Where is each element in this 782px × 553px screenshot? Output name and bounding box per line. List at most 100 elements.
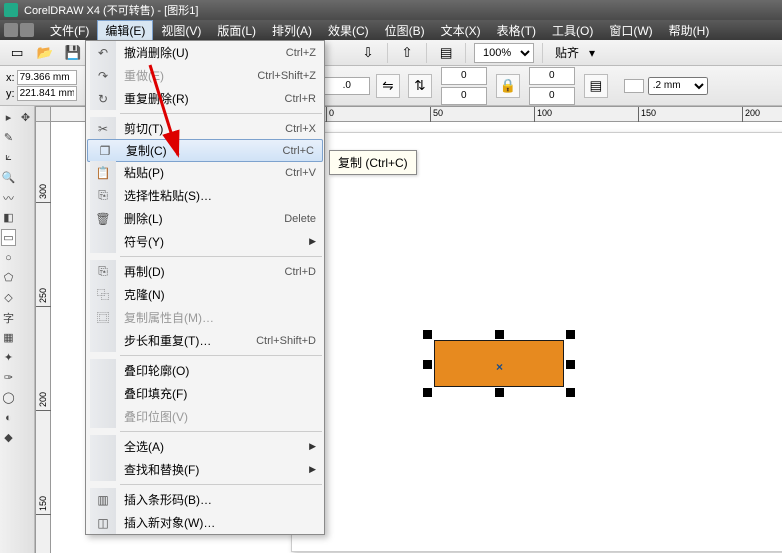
menu-item-shortcut: Ctrl+D	[285, 266, 316, 278]
eyedropper-tool[interactable]: ✑	[1, 369, 16, 386]
x-coord-input[interactable]	[17, 70, 77, 85]
menu-item-label: 插入条形码(B)…	[124, 491, 316, 508]
open-file-button[interactable]: 📂	[34, 43, 56, 63]
snap-label[interactable]: 贴齐	[551, 44, 583, 61]
menu-item-符号Y[interactable]: 符号(Y)▶	[86, 230, 324, 253]
handle-bot-mid[interactable]	[495, 388, 504, 397]
menu-separator	[120, 355, 322, 356]
submenu-arrow-icon: ▶	[309, 441, 316, 452]
pick-tool[interactable]: ▸	[1, 109, 16, 126]
ruler-tick-label: 200	[745, 108, 760, 118]
handle-top-mid[interactable]	[495, 330, 504, 339]
import-button[interactable]: ⇩	[357, 43, 379, 63]
menu-item-插入新对象W[interactable]: ◫插入新对象(W)…	[86, 511, 324, 534]
mirror-v-button[interactable]: ⇅	[408, 74, 432, 98]
pan-tool[interactable]: ✥	[18, 109, 33, 126]
menu-item-label: 再制(D)	[124, 263, 275, 280]
export-button[interactable]: ⇧	[396, 43, 418, 63]
menu-item-撤消删除U[interactable]: ↶撤消删除(U)Ctrl+Z	[86, 41, 324, 64]
menu-排列a[interactable]: 排列(A)	[264, 20, 320, 41]
ruler-tick-label: 150	[38, 496, 48, 511]
menu-item-删除L[interactable]: 🗑删除(L)Delete	[86, 207, 324, 230]
menu-item-label: 步长和重复(T)…	[124, 332, 246, 349]
menu-item-label: 查找和替换(F)	[124, 461, 303, 478]
crop-tool[interactable]: ⟀	[1, 149, 16, 166]
menu-item-全选A[interactable]: 全选(A)▶	[86, 435, 324, 458]
save-file-button[interactable]: 💾	[62, 43, 84, 63]
quick-icon-2[interactable]	[20, 23, 34, 37]
handle-mid-left[interactable]	[423, 360, 432, 369]
new-file-button[interactable]: ▭	[6, 43, 28, 63]
menu-位图b[interactable]: 位图(B)	[377, 20, 433, 41]
text-tool[interactable]: 字	[1, 309, 16, 326]
outline-width-select[interactable]: .2 mm	[648, 77, 708, 95]
table-tool[interactable]: ▦	[1, 329, 16, 346]
menu-item-shortcut: Ctrl+X	[285, 123, 316, 135]
outline-style-box[interactable]	[624, 79, 644, 93]
shape-tool[interactable]: ✎	[1, 129, 16, 146]
menu-item-label: 符号(Y)	[124, 233, 303, 250]
menu-item-重复删除R[interactable]: ↻重复删除(R)Ctrl+R	[86, 87, 324, 110]
menu-效果c[interactable]: 效果(C)	[320, 20, 377, 41]
interactive-tool[interactable]: ✦	[1, 349, 16, 366]
corner-c-input[interactable]	[441, 87, 487, 105]
fill-tool[interactable]: ◐	[1, 409, 16, 426]
corner-a-input[interactable]	[441, 67, 487, 85]
publish-button[interactable]: ▤	[435, 43, 457, 63]
menu-编辑e[interactable]: 编辑(E)	[97, 20, 153, 41]
menu-item-步长和重复T[interactable]: 步长和重复(T)…Ctrl+Shift+D	[86, 329, 324, 352]
submenu-arrow-icon: ▶	[309, 464, 316, 475]
handle-bot-left[interactable]	[423, 388, 432, 397]
selected-rectangle[interactable]: ×	[434, 340, 564, 387]
zoom-select[interactable]: 100%	[474, 43, 534, 63]
menu-item-再制D[interactable]: ⎘再制(D)Ctrl+D	[86, 260, 324, 283]
zoom-tool[interactable]: 🔍	[1, 169, 16, 186]
menu-帮助h[interactable]: 帮助(H)	[661, 20, 718, 41]
corner-b-input[interactable]	[529, 67, 575, 85]
menu-item-label: 粘贴(P)	[124, 164, 275, 181]
menu-文本x[interactable]: 文本(X)	[433, 20, 489, 41]
rotation-input[interactable]	[324, 77, 370, 95]
handle-top-right[interactable]	[566, 330, 575, 339]
quick-icon-1[interactable]	[4, 23, 18, 37]
menu-表格t[interactable]: 表格(T)	[489, 20, 544, 41]
menu-item-复制C[interactable]: ❐复制(C)Ctrl+C	[87, 139, 323, 162]
menu-工具o[interactable]: 工具(O)	[544, 20, 601, 41]
menu-item-icon	[90, 359, 116, 382]
menu-item-shortcut: Ctrl+C	[283, 145, 314, 157]
edit-menu-dropdown: ↶撤消删除(U)Ctrl+Z↷重做(E)Ctrl+Shift+Z↻重复删除(R)…	[85, 40, 325, 535]
tooltip: 复制 (Ctrl+C)	[329, 150, 417, 175]
lock-corners-button[interactable]: 🔒	[496, 74, 520, 98]
menu-视图v[interactable]: 视图(V)	[153, 20, 209, 41]
mirror-h-button[interactable]: ⇋	[376, 74, 400, 98]
menu-item-剪切T[interactable]: ✂剪切(T)Ctrl+X	[86, 117, 324, 140]
interactive-fill-tool[interactable]: ◆	[1, 429, 16, 446]
wrap-text-button[interactable]: ▤	[584, 74, 608, 98]
corner-d-input[interactable]	[529, 87, 575, 105]
ruler-tick-label: 250	[38, 288, 48, 303]
ruler-vertical[interactable]: 300250200150	[35, 122, 51, 553]
ellipse-tool[interactable]: ○	[1, 249, 16, 266]
menu-文件f[interactable]: 文件(F)	[42, 20, 97, 41]
menu-窗口w[interactable]: 窗口(W)	[601, 20, 660, 41]
menu-item-叠印填充F[interactable]: 叠印填充(F)	[86, 382, 324, 405]
menu-item-粘贴P[interactable]: 📋粘贴(P)Ctrl+V	[86, 161, 324, 184]
menu-item-克隆N[interactable]: ⿻克隆(N)	[86, 283, 324, 306]
y-coord-input[interactable]	[17, 86, 77, 101]
rectangle-tool[interactable]: ▭	[1, 229, 16, 246]
basic-shapes-tool[interactable]: ◇	[1, 289, 16, 306]
menu-item-叠印轮廓O[interactable]: 叠印轮廓(O)	[86, 359, 324, 382]
smart-fill-tool[interactable]: ◧	[1, 209, 16, 226]
freehand-tool[interactable]: 〰	[1, 189, 16, 206]
handle-bot-right[interactable]	[566, 388, 575, 397]
menu-item-icon	[90, 230, 116, 253]
polygon-tool[interactable]: ⬠	[1, 269, 16, 286]
outline-tool[interactable]: ◯	[1, 389, 16, 406]
menu-separator	[120, 113, 322, 114]
menu-版面l[interactable]: 版面(L)	[209, 20, 264, 41]
menu-item-插入条形码B[interactable]: ▥插入条形码(B)…	[86, 488, 324, 511]
handle-top-left[interactable]	[423, 330, 432, 339]
handle-mid-right[interactable]	[566, 360, 575, 369]
menu-item-选择性粘贴S[interactable]: ⎘选择性粘贴(S)…	[86, 184, 324, 207]
menu-item-查找和替换F[interactable]: 查找和替换(F) ▶	[86, 458, 324, 481]
